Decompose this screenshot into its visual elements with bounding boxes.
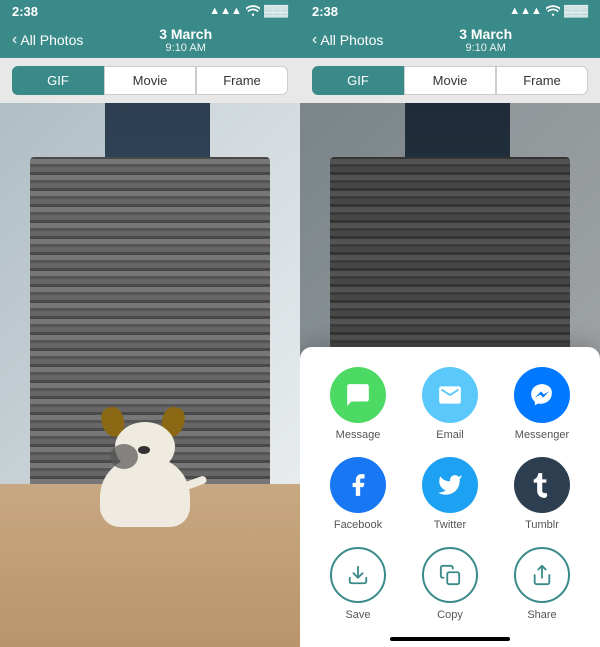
facebook-label: Facebook bbox=[334, 519, 382, 531]
status-time-left: 2:38 bbox=[12, 4, 38, 19]
chevron-icon-left: ‹ bbox=[12, 31, 17, 49]
share-row-3: Save Copy S bbox=[312, 547, 588, 621]
status-icons-left: ▲▲▲ ▓▓▓ bbox=[209, 4, 288, 19]
nav-bar-left: ‹ All Photos 3 March 9:10 AM bbox=[0, 22, 300, 58]
status-bar-left: 2:38 ▲▲▲ ▓▓▓ bbox=[0, 0, 300, 22]
battery-icon-right: ▓▓▓ bbox=[564, 5, 588, 17]
email-icon bbox=[422, 367, 478, 423]
message-label: Message bbox=[336, 429, 381, 441]
twitter-label: Twitter bbox=[434, 519, 466, 531]
left-panel: 2:38 ▲▲▲ ▓▓▓ ‹ All Photos 3 March 9:10 A… bbox=[0, 0, 300, 647]
share-item-email[interactable]: Email bbox=[422, 367, 478, 441]
segment-bar-left: GIF Movie Frame bbox=[0, 58, 300, 103]
copy-icon bbox=[422, 547, 478, 603]
status-time-right: 2:38 bbox=[312, 4, 338, 19]
segment-frame-right[interactable]: Frame bbox=[496, 66, 588, 95]
share-label: Share bbox=[527, 609, 556, 621]
nav-time-right: 9:10 AM bbox=[383, 42, 588, 54]
nav-time-left: 9:10 AM bbox=[83, 42, 288, 54]
nav-date-right: 3 March bbox=[383, 26, 588, 42]
nav-title-right: 3 March 9:10 AM bbox=[383, 26, 588, 54]
wifi-icon-right bbox=[546, 4, 560, 19]
dog-figure bbox=[90, 387, 210, 527]
wifi-icon bbox=[246, 4, 260, 19]
nav-date-left: 3 March bbox=[83, 26, 288, 42]
share-item-facebook[interactable]: Facebook bbox=[330, 457, 386, 531]
back-label-right: All Photos bbox=[320, 32, 383, 48]
signal-icon: ▲▲▲ bbox=[209, 5, 242, 17]
dog-nose bbox=[138, 446, 150, 454]
battery-icon: ▓▓▓ bbox=[264, 5, 288, 17]
status-bar-right: 2:38 ▲▲▲ ▓▓▓ bbox=[300, 0, 600, 22]
share-row-2: Facebook Twitter Tumblr bbox=[312, 457, 588, 531]
share-item-copy[interactable]: Copy bbox=[422, 547, 478, 621]
message-icon bbox=[330, 367, 386, 423]
chevron-icon-right: ‹ bbox=[312, 31, 317, 49]
segment-movie-right[interactable]: Movie bbox=[404, 66, 496, 95]
tumblr-icon bbox=[514, 457, 570, 513]
signal-icon-right: ▲▲▲ bbox=[509, 5, 542, 17]
save-label: Save bbox=[345, 609, 370, 621]
segment-movie-left[interactable]: Movie bbox=[104, 66, 196, 95]
share-item-tumblr[interactable]: Tumblr bbox=[514, 457, 570, 531]
share-icon bbox=[514, 547, 570, 603]
back-button-right[interactable]: ‹ All Photos bbox=[312, 31, 383, 49]
nav-bar-right: ‹ All Photos 3 March 9:10 AM bbox=[300, 22, 600, 58]
home-indicator bbox=[390, 637, 510, 641]
right-panel: 2:38 ▲▲▲ ▓▓▓ ‹ All Photos 3 March 9:10 A… bbox=[300, 0, 600, 647]
email-label: Email bbox=[436, 429, 464, 441]
back-label-left: All Photos bbox=[20, 32, 83, 48]
save-icon bbox=[330, 547, 386, 603]
dog-scene-left bbox=[0, 103, 300, 647]
messenger-label: Messenger bbox=[515, 429, 569, 441]
facebook-icon bbox=[330, 457, 386, 513]
share-row-1: Message Email Messenger bbox=[312, 367, 588, 441]
photo-area-left bbox=[0, 103, 300, 647]
messenger-icon bbox=[514, 367, 570, 423]
twitter-icon bbox=[422, 457, 478, 513]
segment-gif-left[interactable]: GIF bbox=[12, 66, 104, 95]
share-item-share[interactable]: Share bbox=[514, 547, 570, 621]
share-sheet: Message Email Messenger bbox=[300, 347, 600, 647]
share-item-message[interactable]: Message bbox=[330, 367, 386, 441]
nav-title-left: 3 March 9:10 AM bbox=[83, 26, 288, 54]
tumblr-label: Tumblr bbox=[525, 519, 559, 531]
dog-patch bbox=[110, 444, 138, 469]
copy-label: Copy bbox=[437, 609, 463, 621]
share-item-twitter[interactable]: Twitter bbox=[422, 457, 478, 531]
segment-frame-left[interactable]: Frame bbox=[196, 66, 288, 95]
back-button-left[interactable]: ‹ All Photos bbox=[12, 31, 83, 49]
status-icons-right: ▲▲▲ ▓▓▓ bbox=[509, 4, 588, 19]
segment-bar-right: GIF Movie Frame bbox=[300, 58, 600, 103]
segment-gif-right[interactable]: GIF bbox=[312, 66, 404, 95]
share-item-messenger[interactable]: Messenger bbox=[514, 367, 570, 441]
share-item-save[interactable]: Save bbox=[330, 547, 386, 621]
